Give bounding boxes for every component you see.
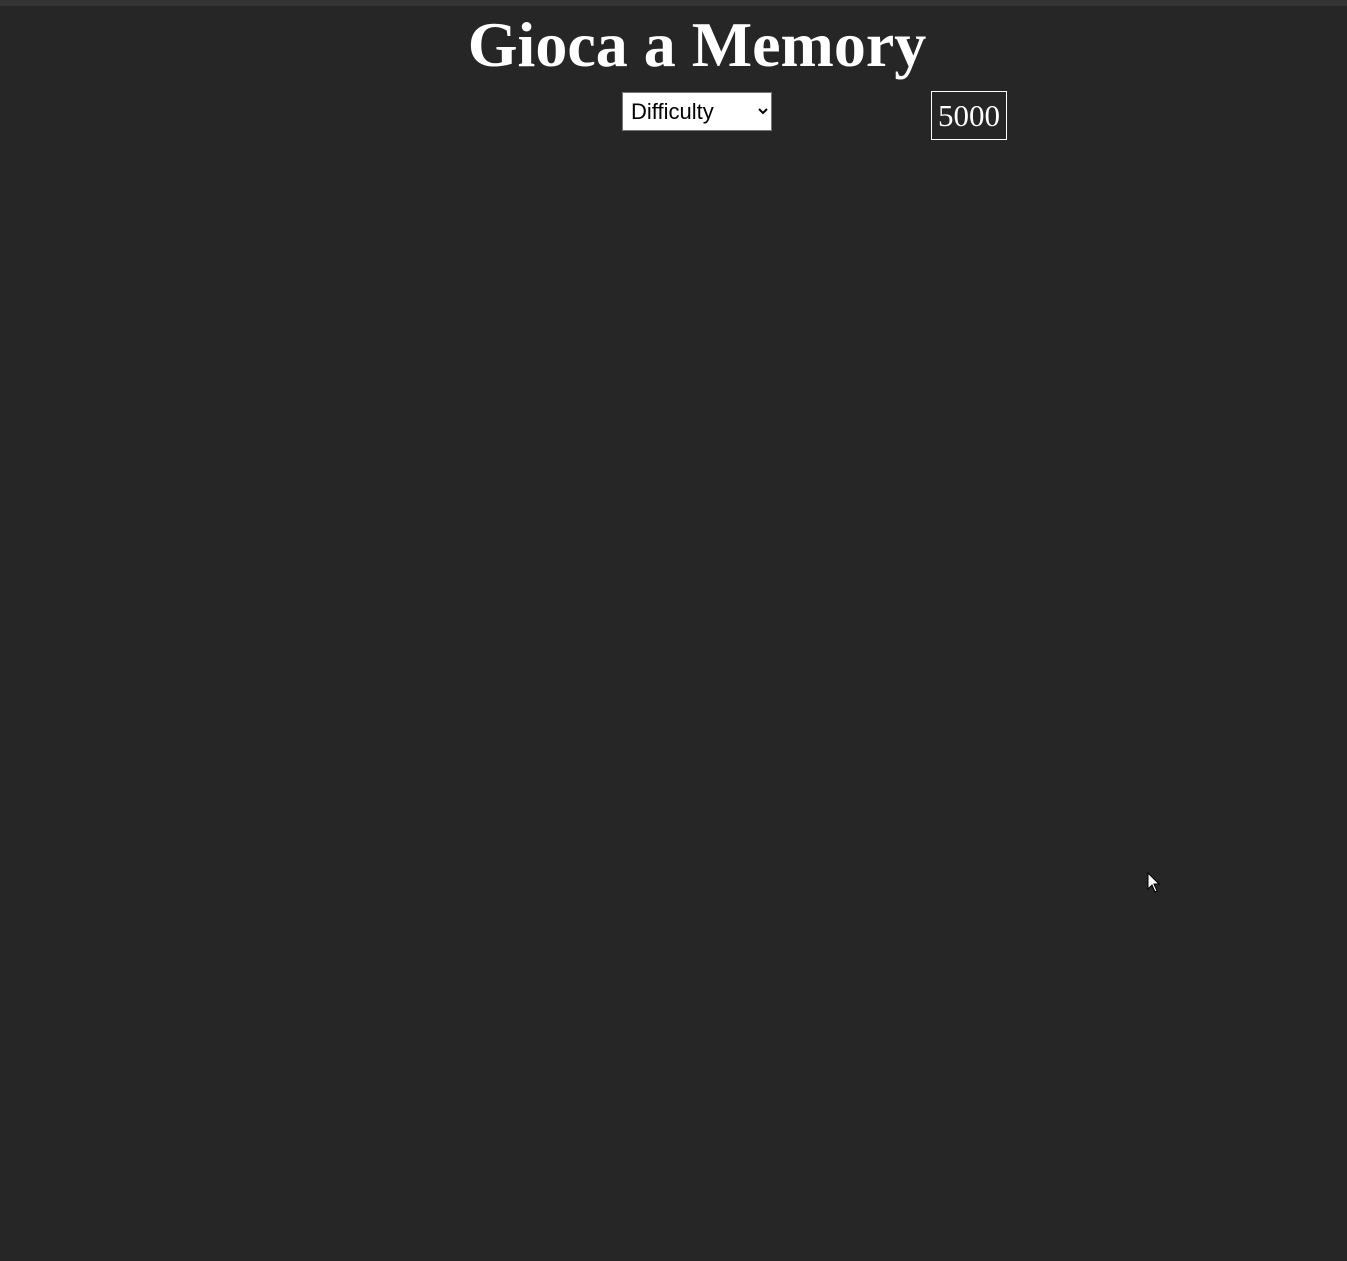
game-board: [0, 150, 1347, 1250]
top-border-strip: [0, 0, 1347, 6]
pointer-arrow-icon: [1147, 872, 1161, 893]
difficulty-select[interactable]: Difficulty: [622, 92, 772, 131]
score-display: 5000: [931, 91, 1007, 140]
page-title: Gioca a Memory: [467, 9, 927, 80]
